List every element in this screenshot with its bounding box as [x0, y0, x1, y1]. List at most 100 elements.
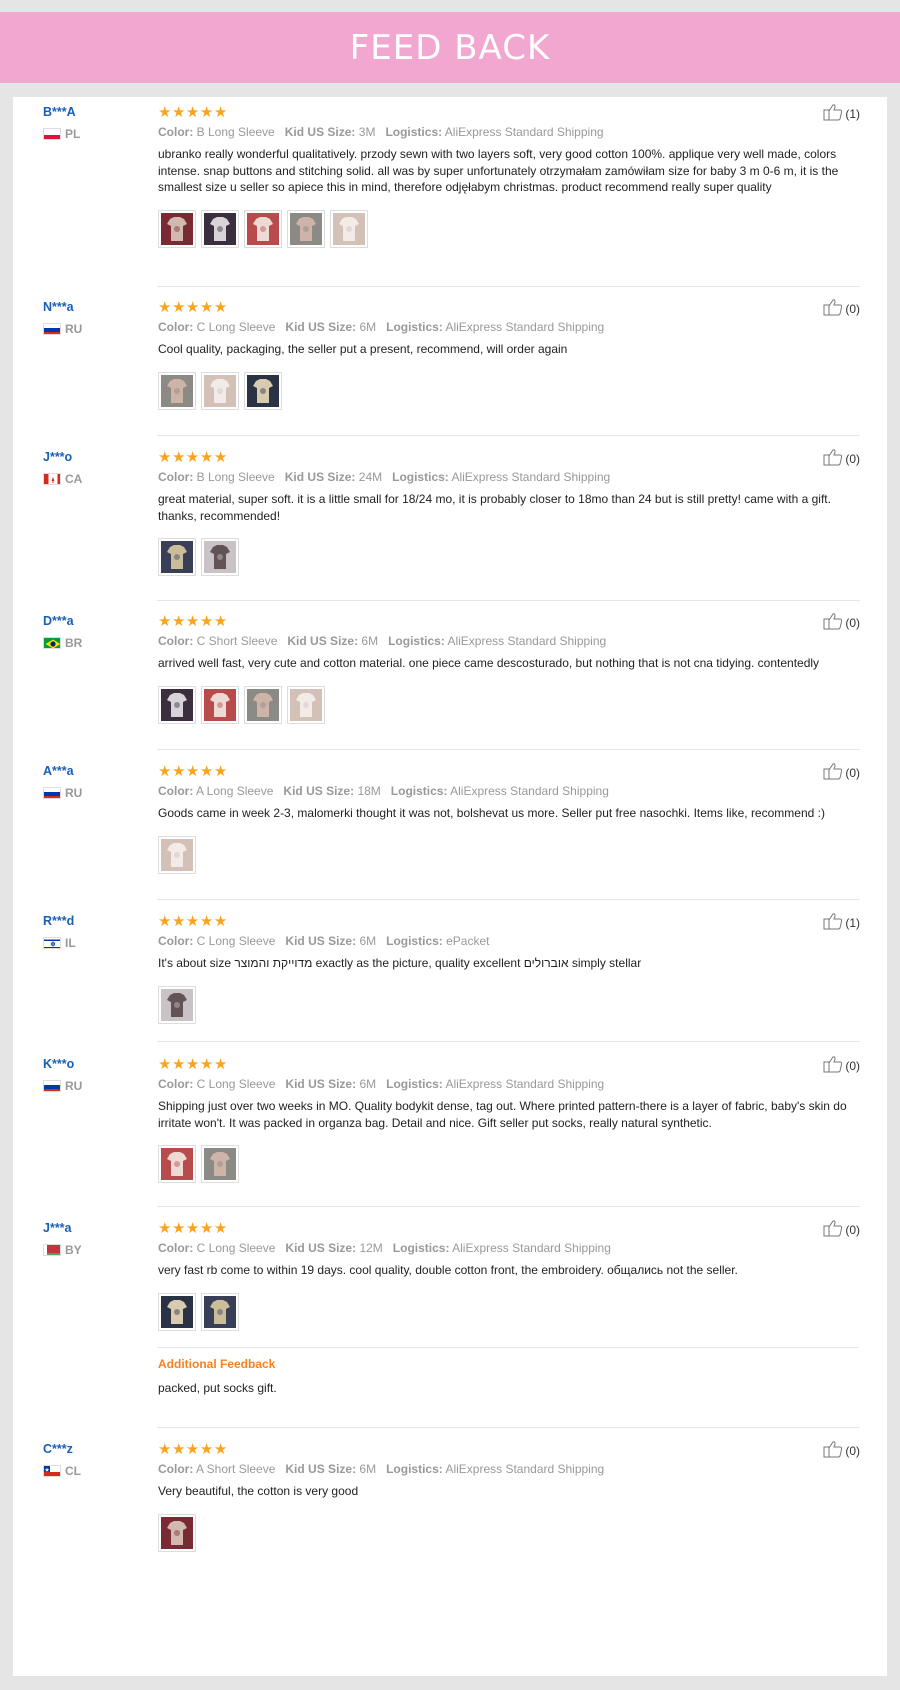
review-text: ubranko really wonderful qualitatively. …: [158, 147, 839, 194]
logistics-value: AliExpress Standard Shipping: [444, 125, 604, 139]
review-text: arrived well fast, very cute and cotton …: [158, 656, 820, 670]
star-icon: ★: [158, 1055, 172, 1073]
review-photo-thumbnail[interactable]: [244, 371, 282, 410]
review-photos: [158, 1292, 858, 1331]
country-code: CA: [65, 472, 83, 486]
star-icon: ★: [213, 1219, 228, 1237]
size-value: 3M: [358, 125, 376, 139]
reviewer-name[interactable]: J***a: [43, 1219, 82, 1237]
color-label: Color:: [158, 934, 194, 948]
logistics-label: Logistics:: [386, 934, 443, 948]
review-photo-thumbnail[interactable]: [244, 685, 282, 724]
helpful-button[interactable]: (0): [823, 1055, 860, 1076]
helpful-button[interactable]: (0): [823, 448, 860, 469]
star-icon: ★: [171, 1055, 186, 1073]
helpful-button[interactable]: (0): [823, 298, 860, 319]
star-icon: ★: [199, 1219, 214, 1237]
star-rating: ★ ★ ★ ★ ★: [158, 912, 858, 930]
review-meta: Color: A Short Sleeve Kid US Size: 6M Logi…: [158, 1461, 858, 1477]
review-photo-thumbnail[interactable]: [158, 685, 196, 724]
review-photo-thumbnail[interactable]: [287, 685, 325, 724]
reviewer-name[interactable]: R***d: [43, 912, 76, 930]
color-label: Color:: [158, 784, 194, 798]
helpful-button[interactable]: (0): [823, 612, 860, 633]
helpful-button[interactable]: (1): [823, 912, 860, 933]
size-value: 6M: [359, 1077, 377, 1091]
review-photo-thumbnail[interactable]: [201, 371, 239, 410]
review-photo-thumbnail[interactable]: [244, 209, 282, 248]
review-content: ★ ★ ★ ★ ★ Color: C Long Sleeve Kid US Size: 6M…: [158, 298, 858, 410]
review-photo-thumbnail[interactable]: [158, 538, 196, 576]
review-divider: [157, 286, 860, 287]
star-rating: ★ ★ ★ ★ ★: [158, 1440, 858, 1458]
star-icon: ★: [158, 103, 172, 121]
review-divider: [157, 1427, 860, 1428]
thumbs-up-icon: [823, 1440, 845, 1461]
star-icon: ★: [199, 762, 214, 780]
review-photo-thumbnail[interactable]: [287, 209, 325, 248]
reviewer-info: A***a RU: [43, 762, 82, 800]
star-icon: ★: [199, 1440, 214, 1458]
logistics-label: Logistics:: [386, 1462, 443, 1476]
country-flag-icon: [43, 637, 61, 649]
review-photos: [158, 1513, 858, 1552]
review-content: ★ ★ ★ ★ ★ Color: C Long Sleeve Kid US Size: 6M…: [158, 912, 858, 1024]
size-label: Kid US Size:: [284, 470, 356, 484]
review-divider: [157, 600, 860, 601]
reviewer-name[interactable]: B***A: [43, 103, 80, 121]
logistics-value: AliExpress Standard Shipping: [445, 1462, 605, 1476]
review-photo-thumbnail[interactable]: [201, 1145, 239, 1183]
country-code: RU: [65, 786, 83, 800]
star-rating: ★ ★ ★ ★ ★: [158, 448, 858, 466]
review-photo-thumbnail[interactable]: [201, 685, 239, 724]
reviewer-name[interactable]: J***o: [43, 448, 82, 466]
color-label: Color:: [158, 470, 194, 484]
review-photo-thumbnail[interactable]: [158, 1513, 196, 1552]
review-photo-thumbnail[interactable]: [158, 835, 196, 874]
thumbs-up-icon: [823, 1055, 845, 1076]
review-text: Cool quality, packaging, the seller put …: [158, 342, 568, 356]
size-label: Kid US Size:: [285, 1462, 357, 1476]
review-meta: Color: A Long Sleeve Kid US Size: 18M Logi…: [158, 783, 858, 799]
thumbs-up-icon: [823, 1219, 845, 1240]
reviewer-name[interactable]: C***z: [43, 1440, 81, 1458]
reviewer-country: BR: [43, 636, 82, 650]
star-icon: ★: [158, 1440, 172, 1458]
review-photo-thumbnail[interactable]: [158, 1145, 196, 1183]
review-photo-thumbnail[interactable]: [201, 209, 239, 248]
logistics-value: AliExpress Standard Shipping: [451, 470, 611, 484]
star-icon: ★: [171, 448, 186, 466]
country-code: RU: [65, 322, 83, 336]
reviews-panel: B***A PL ★ ★ ★ ★ ★ Color: B Long Sleeve Kid US S…: [13, 97, 887, 1676]
logistics-label: Logistics:: [392, 1241, 450, 1255]
review-photo-thumbnail[interactable]: [158, 1292, 196, 1331]
size-label: Kid US Size:: [285, 1077, 357, 1091]
review-photo-thumbnail[interactable]: [158, 985, 196, 1024]
logistics-value: AliExpress Standard Shipping: [445, 320, 605, 334]
star-icon: ★: [199, 448, 214, 466]
country-code: RU: [65, 1079, 83, 1093]
star-rating: ★ ★ ★ ★ ★: [158, 762, 858, 780]
review-photo-thumbnail[interactable]: [158, 371, 196, 410]
star-icon: ★: [171, 298, 186, 316]
reviewer-name[interactable]: K***o: [43, 1055, 82, 1073]
helpful-button[interactable]: (0): [823, 762, 860, 783]
review-photo-thumbnail[interactable]: [201, 538, 239, 576]
color-label: Color:: [158, 1462, 194, 1476]
review-photo-thumbnail[interactable]: [158, 209, 196, 248]
country-code: PL: [65, 127, 81, 141]
logistics-label: Logistics:: [390, 784, 448, 798]
review-photo-thumbnail[interactable]: [330, 209, 368, 248]
review-photo-thumbnail[interactable]: [201, 1292, 239, 1331]
helpful-button[interactable]: (0): [823, 1440, 860, 1461]
reviewer-name[interactable]: N***a: [43, 298, 82, 316]
reviewer-name[interactable]: D***a: [43, 612, 82, 630]
star-icon: ★: [213, 912, 228, 930]
color-label: Color:: [158, 125, 194, 139]
helpful-button[interactable]: (0): [823, 1219, 860, 1240]
color-label: Color:: [158, 1077, 194, 1091]
country-flag-icon: [43, 1465, 61, 1477]
review-divider: [157, 1206, 860, 1207]
helpful-button[interactable]: (1): [823, 103, 860, 124]
reviewer-name[interactable]: A***a: [43, 762, 82, 780]
